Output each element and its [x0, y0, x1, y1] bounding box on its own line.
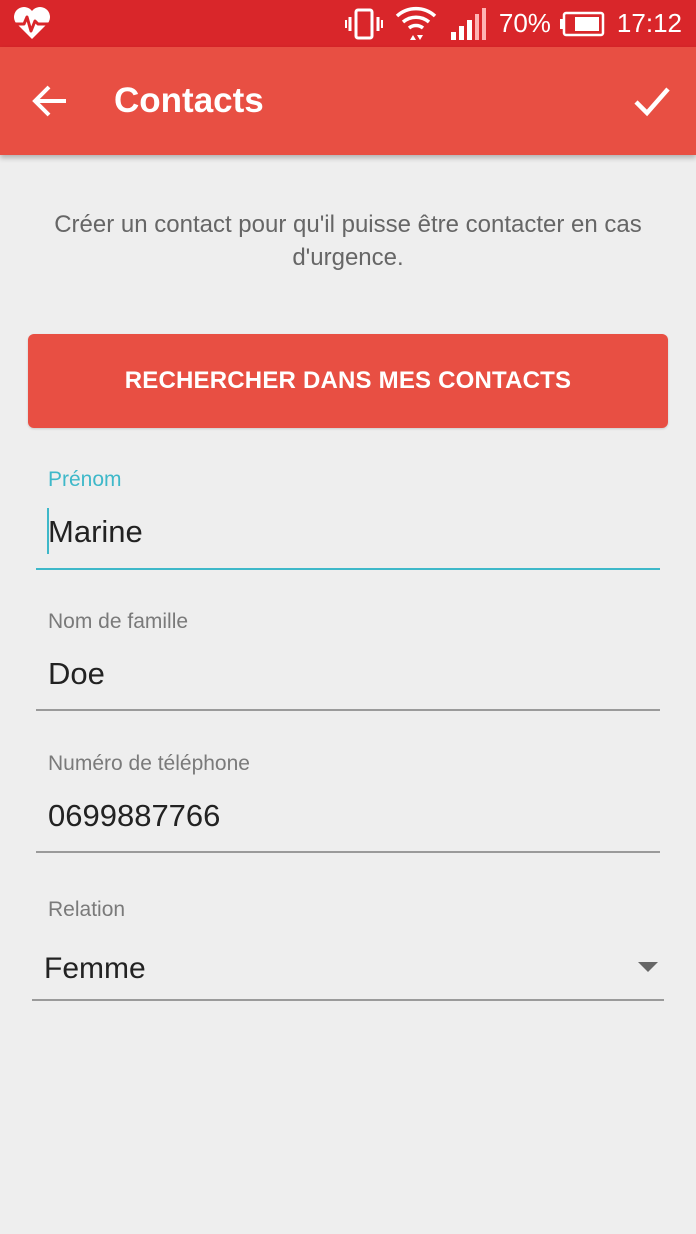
app-bar: Contacts	[0, 47, 696, 155]
phone-input[interactable]: 0699887766	[48, 798, 220, 834]
first-name-underline	[36, 568, 660, 570]
status-bar: 70% 17:12	[0, 0, 696, 47]
first-name-field[interactable]: Prénom Marine	[36, 468, 660, 572]
last-name-label: Nom de famille	[48, 610, 189, 633]
relation-selected-value[interactable]: Femme	[44, 952, 146, 986]
last-name-underline	[36, 709, 660, 711]
clock: 17:12	[616, 8, 682, 38]
vibrate-icon	[344, 8, 383, 39]
phone-label: Numéro de téléphone	[48, 752, 250, 775]
phone-underline	[36, 851, 660, 853]
relation-underline	[32, 999, 664, 1001]
heart-pulse-icon	[14, 7, 50, 39]
battery-icon	[559, 11, 605, 36]
signal-icon	[450, 7, 486, 40]
arrow-back-icon[interactable]	[30, 83, 70, 119]
page-title: Contacts	[114, 81, 264, 120]
dropdown-arrow-icon[interactable]	[638, 962, 658, 972]
search-contacts-button[interactable]: RECHERCHER DANS MES CONTACTS	[28, 334, 668, 428]
first-name-input[interactable]: Marine	[48, 514, 143, 550]
wifi-icon	[395, 6, 437, 40]
last-name-input[interactable]: Doe	[48, 656, 105, 692]
last-name-field[interactable]: Nom de famille Doe	[36, 610, 660, 714]
relation-label: Relation	[48, 898, 126, 921]
first-name-label: Prénom	[48, 468, 122, 491]
phone-field[interactable]: Numéro de téléphone 0699887766	[36, 752, 660, 856]
intro-text: Créer un contact pour qu'il puisse être …	[54, 211, 642, 271]
check-icon[interactable]	[632, 81, 672, 121]
battery-percentage: 70%	[498, 8, 551, 38]
relation-select[interactable]: Relation Femme	[32, 898, 664, 1004]
